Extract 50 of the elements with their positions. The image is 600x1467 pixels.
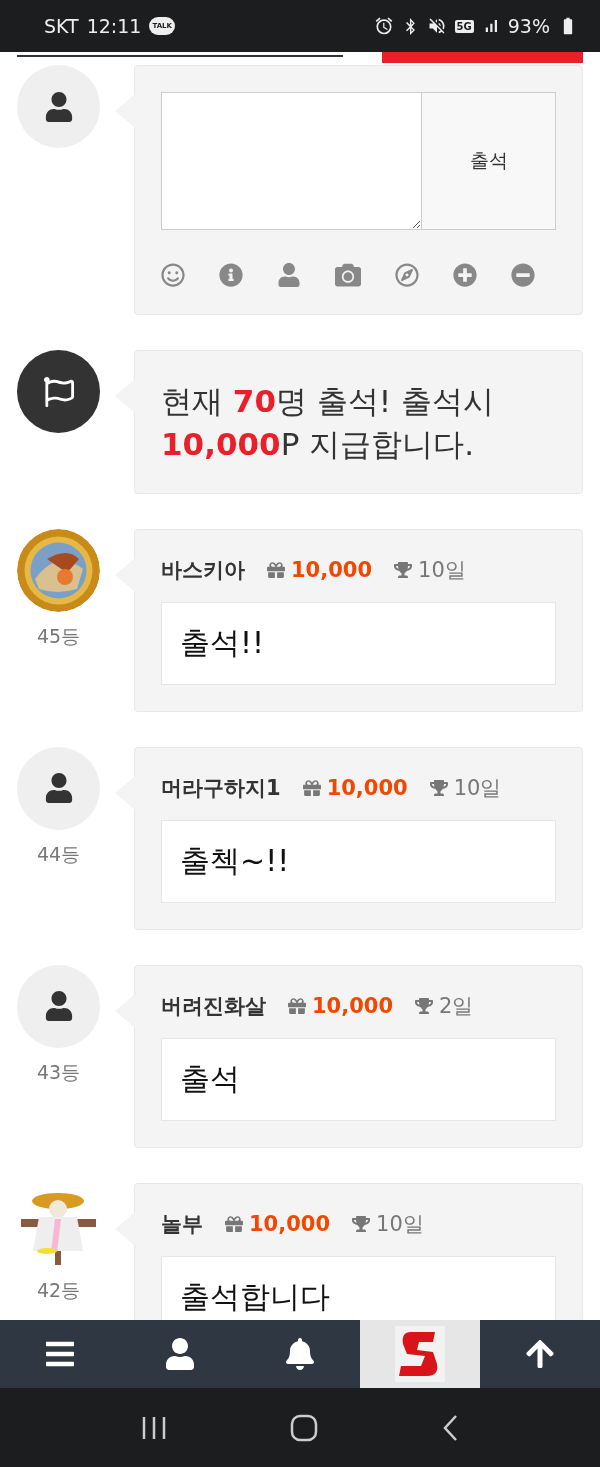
arrow-up-icon — [524, 1338, 556, 1370]
attendance-days: 10일 — [376, 1209, 424, 1238]
attendance-days: 2일 — [439, 991, 474, 1020]
user-icon — [164, 1338, 196, 1370]
home-button[interactable] — [290, 1413, 318, 1442]
submit-button[interactable]: 출석 — [422, 92, 556, 230]
comment-text: 출석합니다 — [161, 1255, 556, 1320]
trophy-icon — [352, 1214, 371, 1233]
recent-apps-button[interactable] — [141, 1414, 168, 1441]
rank-label: 44등 — [36, 841, 81, 867]
smiley-icon — [161, 262, 185, 288]
comment-text: 출석!! — [161, 601, 556, 685]
gift-icon — [267, 560, 285, 579]
gift-icon — [225, 1214, 243, 1233]
trophy-icon — [429, 778, 448, 797]
user-name: 머라구하지1 — [161, 774, 281, 802]
logo-button[interactable] — [360, 1320, 480, 1388]
point-amount: 10,000 — [291, 557, 373, 582]
comment-text: 출첵~!! — [161, 819, 556, 903]
point-amount: 10,000 — [249, 1211, 331, 1236]
rank-label: 43등 — [36, 1059, 81, 1085]
info-icon — [219, 262, 243, 288]
clock: 12:11 — [86, 15, 142, 37]
user-name: 놀부 — [161, 1210, 203, 1238]
gift-icon — [288, 996, 306, 1015]
attendance-days: 10일 — [453, 773, 502, 802]
compass-icon — [395, 262, 419, 288]
user-name: 바스키아 — [161, 556, 245, 584]
rank-label: 42등 — [36, 1277, 81, 1303]
alarm-icon — [373, 16, 394, 36]
point-amount: 10,000 — [326, 775, 408, 800]
user-name: 버려진화살 — [161, 992, 266, 1020]
comment-input[interactable] — [161, 92, 422, 230]
trophy-icon — [415, 996, 434, 1015]
notice-text: 현재 70명 출석! 출석시 10,000P 지급합니다. — [161, 382, 496, 465]
comment-text: 출석 — [161, 1037, 556, 1121]
camera-icon — [335, 262, 361, 288]
minus-icon — [511, 262, 535, 288]
rank-label: 45등 — [36, 623, 81, 649]
point-amount: 10,000 — [312, 993, 394, 1018]
bell-icon — [284, 1338, 316, 1370]
plus-icon — [453, 262, 477, 288]
carrier: SKT — [44, 15, 79, 37]
user-icon — [277, 262, 301, 288]
trophy-icon — [394, 560, 413, 579]
network-type: 5G — [454, 19, 474, 33]
logo-icon — [395, 1326, 445, 1382]
gift-icon — [302, 778, 321, 797]
battery-level: 93% — [507, 15, 550, 37]
attendance-days: 10일 — [418, 555, 466, 584]
